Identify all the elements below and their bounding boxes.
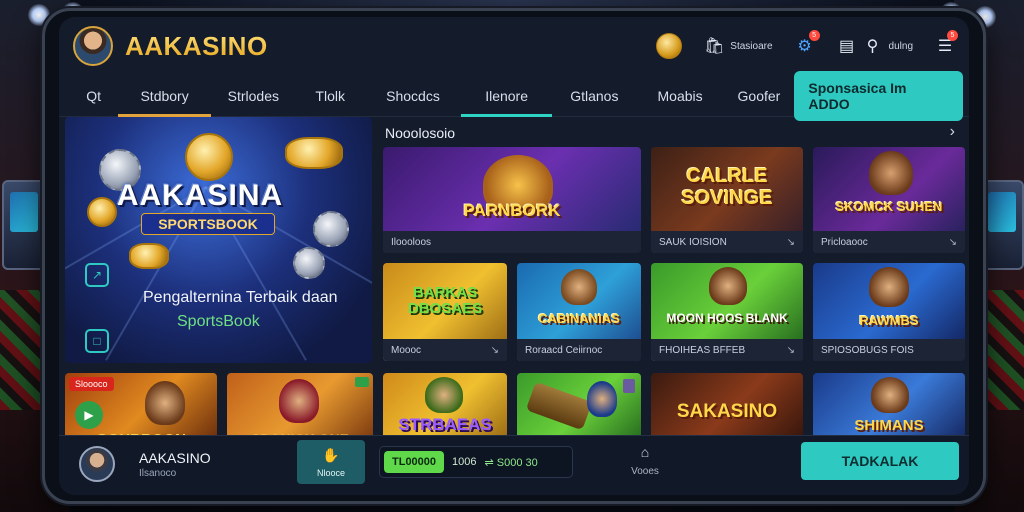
game-card-art: CALRLE SOVINGE	[651, 147, 803, 231]
game-card-title: SHIMANS	[854, 417, 924, 434]
location-button[interactable]: ▤ ⚲ dulng	[837, 36, 913, 56]
nav-item-honor[interactable]: Ilenore	[461, 75, 552, 117]
balance-pill: TL00000	[384, 451, 445, 473]
hand-icon: ✋	[322, 446, 340, 463]
game-card[interactable]: CALRLE SOVINGE SAUK IOISION ↘	[651, 147, 803, 253]
slot-machine-right	[980, 180, 1024, 270]
sponsor-cta-button[interactable]: Sponsasica Im ADDO	[794, 70, 964, 121]
game-card[interactable]: CABINANIAS Roraacd Ceiirnoc	[517, 263, 641, 361]
wallet-icon: ▤	[838, 38, 855, 55]
bottom-cta-button[interactable]: TADKALAK	[801, 442, 959, 480]
game-card-art: CABINANIAS	[517, 263, 641, 339]
game-card-title: RAWMBS	[859, 313, 919, 328]
notification-badge: 5	[808, 30, 820, 41]
game-card-title: CABINANIAS	[538, 311, 620, 326]
bag-label: Stasioare	[730, 40, 773, 52]
bottom-nav-home[interactable]: ⌂ Vooes	[619, 444, 671, 477]
coin-icon[interactable]	[656, 33, 683, 59]
nav-item-shooters[interactable]: Shocdcs	[365, 75, 462, 116]
bottom-bar: AAKASINO Ilsanoco ✋ Nlooce TL00000 1006 …	[59, 435, 969, 495]
gold-coin-icon	[285, 137, 343, 169]
game-card-caption: FHOIHEAS BFFEB ↘	[651, 339, 803, 361]
game-card-title: SAKASINO	[676, 401, 778, 422]
nav-item-games[interactable]: Gtlanos	[552, 75, 637, 116]
hero-title: AAKASINA	[116, 179, 284, 212]
game-card-caption: Iloooloos	[383, 231, 641, 253]
game-card[interactable]: PARNBORK Iloooloos	[383, 147, 641, 253]
home-icon: ⌂	[640, 444, 650, 460]
game-card-caption: SAUK IOISION ↘	[651, 231, 803, 253]
nav-item-sportsbook[interactable]: Stdbory	[118, 75, 211, 117]
balance-right: ⇌ S000 30	[484, 456, 538, 469]
hero-side-button[interactable]: ↗	[85, 263, 109, 287]
location-pin-icon: ⚲	[866, 38, 879, 55]
gold-coin-icon	[185, 133, 233, 181]
menu-badge: 5	[947, 30, 958, 41]
game-card-title: STRBAEAS	[398, 415, 492, 434]
logo-avatar[interactable]	[73, 26, 113, 66]
hero-side-button[interactable]: □	[85, 329, 109, 353]
game-card[interactable]: RAWMBS SPIOSOBUGS FOIS	[813, 263, 965, 361]
game-card[interactable]: SKOMCK SUHEN Pricloaooc ↘	[813, 147, 965, 253]
section-title: Nooolosoio	[385, 125, 456, 141]
slot-machine-left	[2, 180, 46, 270]
balance-box[interactable]: TL00000 1006 ⇌ S000 30	[379, 446, 573, 478]
square-icon: □	[93, 334, 101, 348]
settings-button[interactable]: ⚙ 5	[795, 30, 820, 56]
game-card-title: BARKAS DBOSAES	[407, 284, 483, 317]
status-badge	[355, 377, 369, 387]
game-card-title: SKOMCK SUHEN	[835, 199, 943, 214]
game-card-art: BARKAS DBOSAES	[383, 263, 507, 339]
nav-item-home[interactable]: Qt	[69, 75, 118, 116]
chevron-right-icon[interactable]: ›	[950, 123, 955, 141]
game-card-title: CALRLE SOVINGE	[681, 165, 773, 209]
bottom-nav-label: Vooes	[631, 466, 659, 477]
gold-coin-icon	[129, 243, 169, 269]
main-nav: Qt Stdbory Strlodes Tlolk Shocdcs Ilenor…	[59, 70, 969, 121]
cannon-art	[525, 381, 593, 431]
bag-icon: 🛍	[704, 38, 725, 55]
user-subtitle: Ilsanoco	[139, 468, 177, 479]
promo-tile-label: Nlooce	[316, 467, 345, 478]
user-avatar[interactable]	[79, 446, 115, 482]
play-icon[interactable]: ▶	[75, 401, 103, 429]
bag-button[interactable]: 🛍 Stasioare	[704, 36, 772, 56]
tablet-frame: AAKASINO 🛍 Stasioare ⚙ 5 ▤ ⚲ dulng ☰ 5 Q…	[42, 8, 986, 504]
menu-button[interactable]: ☰ 5	[935, 30, 958, 56]
game-card-art: RAWMBS	[813, 263, 965, 339]
hero-banner[interactable]: AAKASINA SPORTSBOOK Pengalternina Terbai…	[65, 117, 372, 363]
user-name: AAKASINO	[139, 450, 211, 466]
nav-item-mobile[interactable]: Moabis	[637, 75, 724, 116]
nav-item-slots[interactable]: Strlodes	[211, 75, 296, 116]
game-card-caption: SPIOSOBUGS FOIS	[813, 339, 965, 361]
game-card[interactable]: BARKAS DBOSAES Moooc ↘	[383, 263, 507, 361]
hero-subtitle: SPORTSBOOK	[141, 213, 275, 235]
arrow-icon: ↗	[91, 268, 103, 282]
game-card-art: MOON HOOS BLANK	[651, 263, 803, 339]
casino-chip-icon	[313, 211, 349, 247]
promo-badge: Sloooco	[69, 377, 114, 391]
game-card-title: PARNBORK	[463, 201, 561, 220]
game-card[interactable]: MOON HOOS BLANK FHOIHEAS BFFEB ↘	[651, 263, 803, 361]
card-menu-icon[interactable]	[623, 379, 635, 393]
app-screen: AAKASINO 🛍 Stasioare ⚙ 5 ▤ ⚲ dulng ☰ 5 Q…	[59, 17, 969, 495]
brand-title: AAKASINO	[125, 30, 268, 61]
header-actions: 🛍 Stasioare ⚙ 5 ▤ ⚲ dulng ☰ 5	[656, 30, 958, 59]
game-card-art: PARNBORK	[383, 147, 641, 231]
location-label: dulng	[888, 40, 913, 52]
hero-tagline-highlight: SportsBook	[177, 313, 260, 330]
promo-tile-button[interactable]: ✋ Nlooce	[297, 440, 365, 484]
game-card-art: SKOMCK SUHEN	[813, 147, 965, 231]
game-card-caption: Roraacd Ceiirnoc	[517, 339, 641, 361]
balance-mid: 1006	[452, 456, 477, 468]
hero-tagline: Pengalternina Terbaik daan	[143, 289, 338, 306]
app-header: AAKASINO 🛍 Stasioare ⚙ 5 ▤ ⚲ dulng ☰ 5	[59, 17, 969, 75]
nav-item-footer[interactable]: Goofer	[723, 75, 794, 116]
casino-chip-icon	[293, 247, 325, 279]
game-card-caption: Pricloaooc ↘	[813, 231, 965, 253]
game-card-title: MOON HOOS BLANK	[666, 311, 788, 325]
game-card-caption: Moooc ↘	[383, 339, 507, 361]
nav-item-poker[interactable]: Tlolk	[296, 75, 365, 116]
